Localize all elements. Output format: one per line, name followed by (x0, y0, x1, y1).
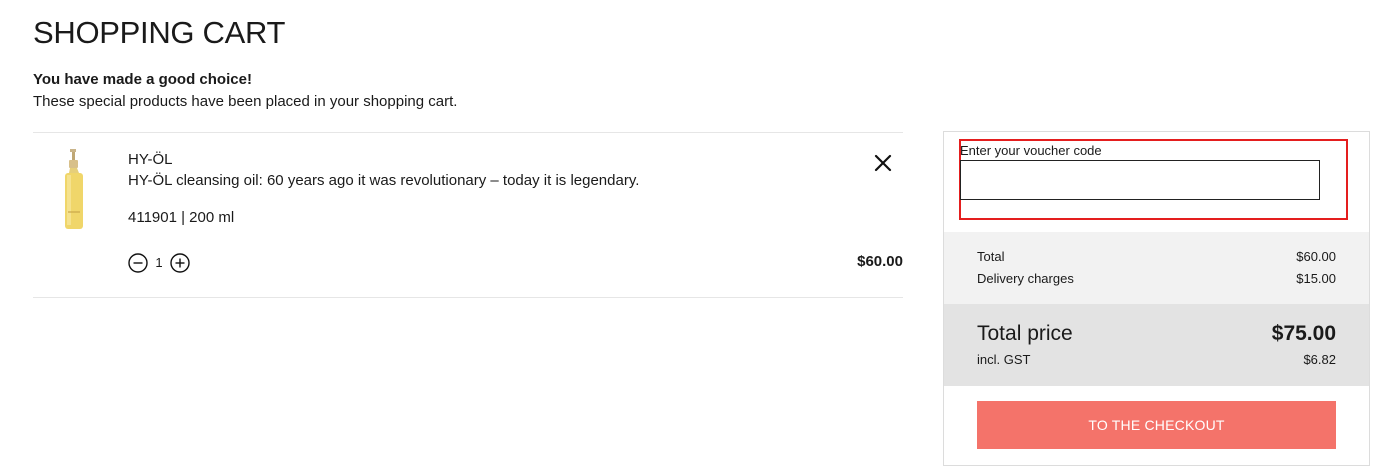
grand-total-section: Total price $75.00 incl. GST $6.82 (944, 304, 1369, 386)
grand-total-label: Total price (977, 322, 1073, 345)
checkout-button[interactable]: TO THE CHECKOUT (977, 401, 1336, 449)
grand-total-row: Total price $75.00 (977, 321, 1336, 347)
delivery-label: Delivery charges (977, 271, 1074, 286)
gst-value: $6.82 (1303, 352, 1336, 367)
page-title: SHOPPING CART (33, 15, 286, 50)
product-name[interactable]: HY-ÖL (128, 150, 172, 170)
intro-text: These special products have been placed … (33, 93, 458, 110)
delivery-row: Delivery charges $15.00 (977, 270, 1336, 288)
voucher-label: Enter your voucher code (960, 143, 1102, 158)
total-label: Total (977, 249, 1005, 264)
quantity-value: 1 (155, 255, 163, 270)
gst-label: incl. GST (977, 352, 1031, 367)
grand-total-value: $75.00 (1271, 322, 1336, 345)
order-summary: Enter your voucher code Total $60.00 Del… (943, 131, 1370, 466)
gst-row: incl. GST $6.82 (977, 351, 1336, 369)
cart-item: HY-ÖL HY-ÖL cleansing oil: 60 years ago … (33, 132, 903, 298)
item-price: $60.00 (857, 253, 903, 270)
plus-circle-icon[interactable] (170, 253, 190, 273)
minus-circle-icon[interactable] (128, 253, 148, 273)
voucher-code-input[interactable] (960, 160, 1320, 200)
intro-heading: You have made a good choice! (33, 71, 252, 88)
product-description: HY-ÖL cleansing oil: 60 years ago it was… (128, 172, 640, 189)
close-icon[interactable] (871, 151, 895, 175)
total-value: $60.00 (1296, 249, 1336, 264)
quantity-stepper: 1 (128, 252, 190, 274)
product-bottle-image[interactable] (57, 149, 91, 231)
subtotals-section: Total $60.00 Delivery charges $15.00 (944, 232, 1369, 304)
product-sku-size: 411901 | 200 ml (128, 209, 235, 226)
total-row: Total $60.00 (977, 248, 1336, 266)
delivery-value: $15.00 (1296, 271, 1336, 286)
